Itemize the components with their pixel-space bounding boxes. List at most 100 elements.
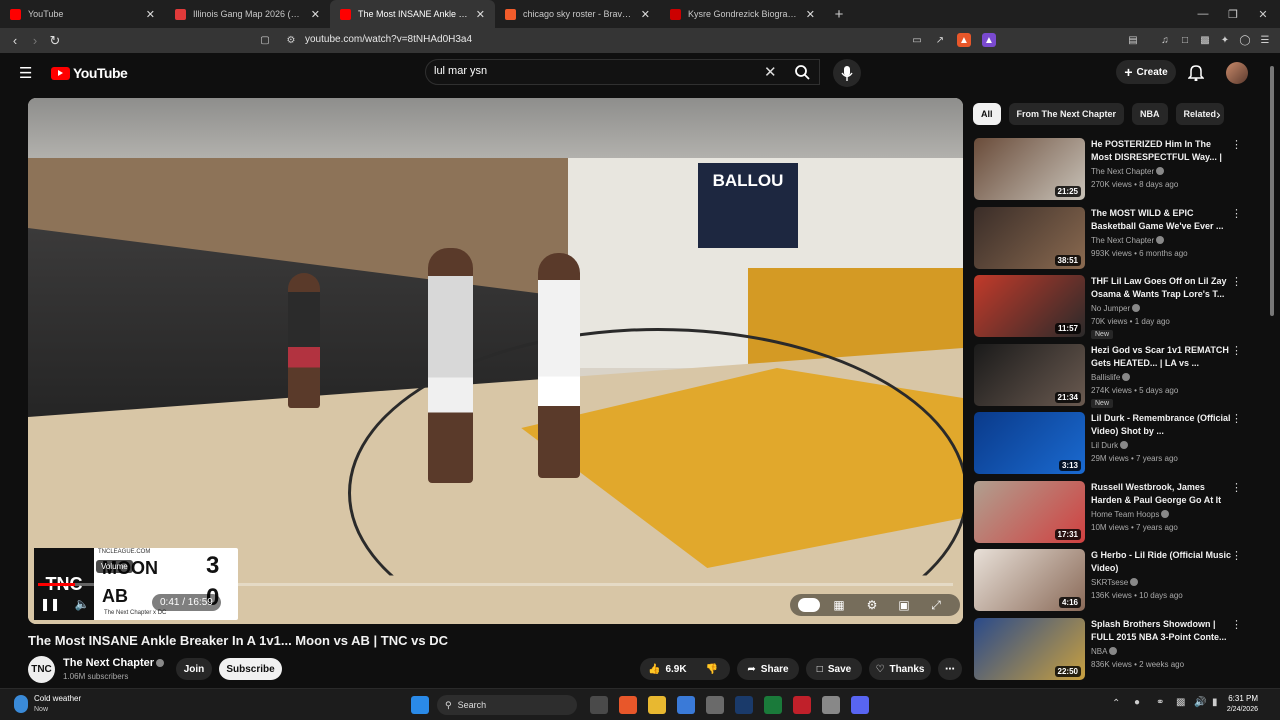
join-button[interactable]: Join xyxy=(176,658,212,680)
recommendation-channel[interactable]: SKRTsese xyxy=(1091,578,1139,587)
file-explorer-icon[interactable] xyxy=(648,696,666,714)
recommendation-channel[interactable]: No Jumper xyxy=(1091,304,1141,313)
tab-close-icon[interactable]: ✕ xyxy=(806,8,815,21)
more-options-icon[interactable]: ⋮ xyxy=(1231,344,1242,357)
more-actions-button[interactable]: ⋯ xyxy=(938,658,962,680)
excel-icon[interactable] xyxy=(764,696,782,714)
brave-shields-icon[interactable]: ▲ xyxy=(957,33,971,47)
chip-filter[interactable]: From The Next Chapter xyxy=(1008,103,1125,125)
store-icon[interactable] xyxy=(706,696,724,714)
browser-tab[interactable]: Illinois Gang Map 2026 (Chicago & S ✕ xyxy=(165,0,330,28)
share-page-icon[interactable]: ↗ xyxy=(933,33,947,47)
search-input[interactable] xyxy=(434,65,754,77)
page-scrollbar[interactable] xyxy=(1269,60,1275,680)
recommendation-title[interactable]: THF Lil Law Goes Off on Lil Zay Osama & … xyxy=(1091,275,1231,301)
new-tab-button[interactable]: + xyxy=(825,0,853,28)
thanks-button[interactable]: ♡ Thanks xyxy=(869,658,931,680)
recommendation-title[interactable]: Lil Durk - Remembrance (Official Video) … xyxy=(1091,412,1231,438)
video-thumbnail[interactable]: 3:13 xyxy=(974,412,1085,474)
windows-start-icon[interactable] xyxy=(411,696,429,714)
more-options-icon[interactable]: ⋮ xyxy=(1231,207,1242,220)
chip-filter[interactable]: NBA xyxy=(1132,103,1168,125)
recommendation-channel[interactable]: The Next Chapter xyxy=(1091,167,1165,176)
recommendation-channel[interactable]: Home Team Hoops xyxy=(1091,509,1170,519)
clock-date[interactable]: 2/24/2026 xyxy=(1212,706,1258,713)
more-options-icon[interactable]: ⋮ xyxy=(1231,412,1242,425)
notifications-button[interactable] xyxy=(1187,63,1205,86)
browser-tab[interactable]: YouTube ✕ xyxy=(0,0,165,28)
video-thumbnail[interactable]: 22:50 xyxy=(974,617,1085,680)
video-thumbnail[interactable]: 17:31 xyxy=(974,480,1085,543)
weather-icon[interactable] xyxy=(14,695,28,713)
chips-next-icon[interactable]: › xyxy=(1216,106,1221,122)
leo-icon[interactable]: ✦ xyxy=(1218,33,1232,47)
tab-close-icon[interactable]: ✕ xyxy=(146,8,155,21)
account-avatar[interactable] xyxy=(1226,62,1248,84)
mic-tray-icon[interactable]: ⚭ xyxy=(1156,697,1164,708)
recommendation-item[interactable]: 17:31 Russell Westbrook, James Harden & P… xyxy=(973,480,1248,549)
recommendation-title[interactable]: He POSTERIZED Him In The Most DISRESPECT… xyxy=(1091,138,1231,164)
more-options-icon[interactable]: ⋮ xyxy=(1231,618,1242,631)
channel-avatar[interactable]: TNC xyxy=(28,656,55,683)
video-thumbnail[interactable]: 4:16 xyxy=(974,549,1085,611)
close-window-icon[interactable]: ✕ xyxy=(1248,0,1278,28)
pause-icon[interactable]: ❚❚ xyxy=(40,596,60,612)
autoplay-toggle[interactable] xyxy=(798,598,820,612)
save-button[interactable]: □ Save xyxy=(806,658,862,680)
tab-close-icon[interactable]: ✕ xyxy=(476,8,485,21)
video-thumbnail[interactable]: 11:57 xyxy=(974,275,1085,337)
recommendation-title[interactable]: Russell Westbrook, James Harden & Paul G… xyxy=(1091,481,1231,508)
acrobat-icon[interactable] xyxy=(793,696,811,714)
cast-icon[interactable]: ▭ xyxy=(910,33,924,47)
task-view-icon[interactable] xyxy=(590,696,608,714)
search-button[interactable] xyxy=(785,59,819,85)
captions-icon[interactable]: ▦ xyxy=(831,597,847,613)
miniplayer-icon[interactable]: ▣ xyxy=(896,597,912,613)
weather-title[interactable]: Cold weather xyxy=(34,694,81,703)
recommendation-channel[interactable]: Ballislife xyxy=(1091,372,1131,382)
network-icon[interactable]: ▩ xyxy=(1176,697,1185,708)
fullscreen-icon[interactable]: ⤢ xyxy=(928,597,944,613)
url-text[interactable]: youtube.com/watch?v=8tNHAd0H3a4 xyxy=(305,34,472,45)
site-info-icon[interactable]: ⚙ xyxy=(284,33,298,47)
back-icon[interactable]: ‹ xyxy=(5,31,25,51)
browser-tab[interactable]: The Most INSANE Ankle Brea ✕ xyxy=(330,0,495,28)
browser-tab[interactable]: Kysre Gondrezick Biography - ESPN ✕ xyxy=(660,0,825,28)
tab-close-icon[interactable]: ✕ xyxy=(311,8,320,21)
recommendation-item[interactable]: 38:51 The MOST WILD & EPIC Basketball Gam… xyxy=(973,206,1248,275)
create-button[interactable]: + Create xyxy=(1116,60,1176,84)
minimize-icon[interactable]: — xyxy=(1188,0,1218,28)
video-thumbnail[interactable]: 21:34 xyxy=(974,343,1085,406)
more-options-icon[interactable]: ⋮ xyxy=(1231,549,1242,562)
recommendation-title[interactable]: G Herbo - Lil Ride (Official Music Video… xyxy=(1091,549,1231,575)
voice-search-button[interactable] xyxy=(833,59,861,87)
clear-search-icon[interactable]: ✕ xyxy=(764,63,777,81)
copilot-icon[interactable] xyxy=(677,696,695,714)
subscribe-button[interactable]: Subscribe xyxy=(219,658,282,680)
recommendation-channel[interactable]: NBA xyxy=(1091,646,1118,656)
tray-overflow-icon[interactable]: ⌃ xyxy=(1112,698,1120,709)
reader-icon[interactable]: □ xyxy=(1178,33,1192,47)
volume-icon[interactable]: 🔈 xyxy=(74,596,90,612)
forward-icon[interactable]: › xyxy=(25,31,45,51)
discord-icon[interactable] xyxy=(851,696,869,714)
wallet-icon[interactable]: ▩ xyxy=(1198,33,1212,47)
hamburger-menu-icon[interactable]: ☰ xyxy=(19,64,32,82)
bookmark-icon[interactable]: ▢ xyxy=(258,33,272,47)
recommendation-title[interactable]: Hezi God vs Scar 1v1 REMATCH Gets HEATED… xyxy=(1091,344,1231,370)
volume-tray-icon[interactable]: 🔊 xyxy=(1194,697,1206,708)
taskbar-search[interactable]: ⚲ Search xyxy=(437,695,577,715)
progress-bar[interactable] xyxy=(38,583,953,586)
channel-name[interactable]: The Next Chapter xyxy=(63,657,165,669)
steam-icon[interactable] xyxy=(735,696,753,714)
recommendation-item[interactable]: 22:50 Splash Brothers Showdown | FULL 201… xyxy=(973,617,1248,686)
video-thumbnail[interactable]: 21:25 xyxy=(974,138,1085,200)
recommendation-channel[interactable]: The Next Chapter xyxy=(1091,235,1165,245)
recommendation-title[interactable]: Splash Brothers Showdown | FULL 2015 NBA… xyxy=(1091,618,1231,644)
recommendation-title[interactable]: The MOST WILD & EPIC Basketball Game We'… xyxy=(1091,207,1231,233)
vpn-icon[interactable]: ◯ xyxy=(1238,33,1252,47)
recommendation-channel[interactable]: Lil Durk xyxy=(1091,441,1129,450)
tray-app-icon[interactable]: ● xyxy=(1134,697,1140,708)
menu-icon[interactable]: ☰ xyxy=(1258,33,1272,47)
browser-tab[interactable]: chicago sky roster - Brave Search ✕ xyxy=(495,0,660,28)
